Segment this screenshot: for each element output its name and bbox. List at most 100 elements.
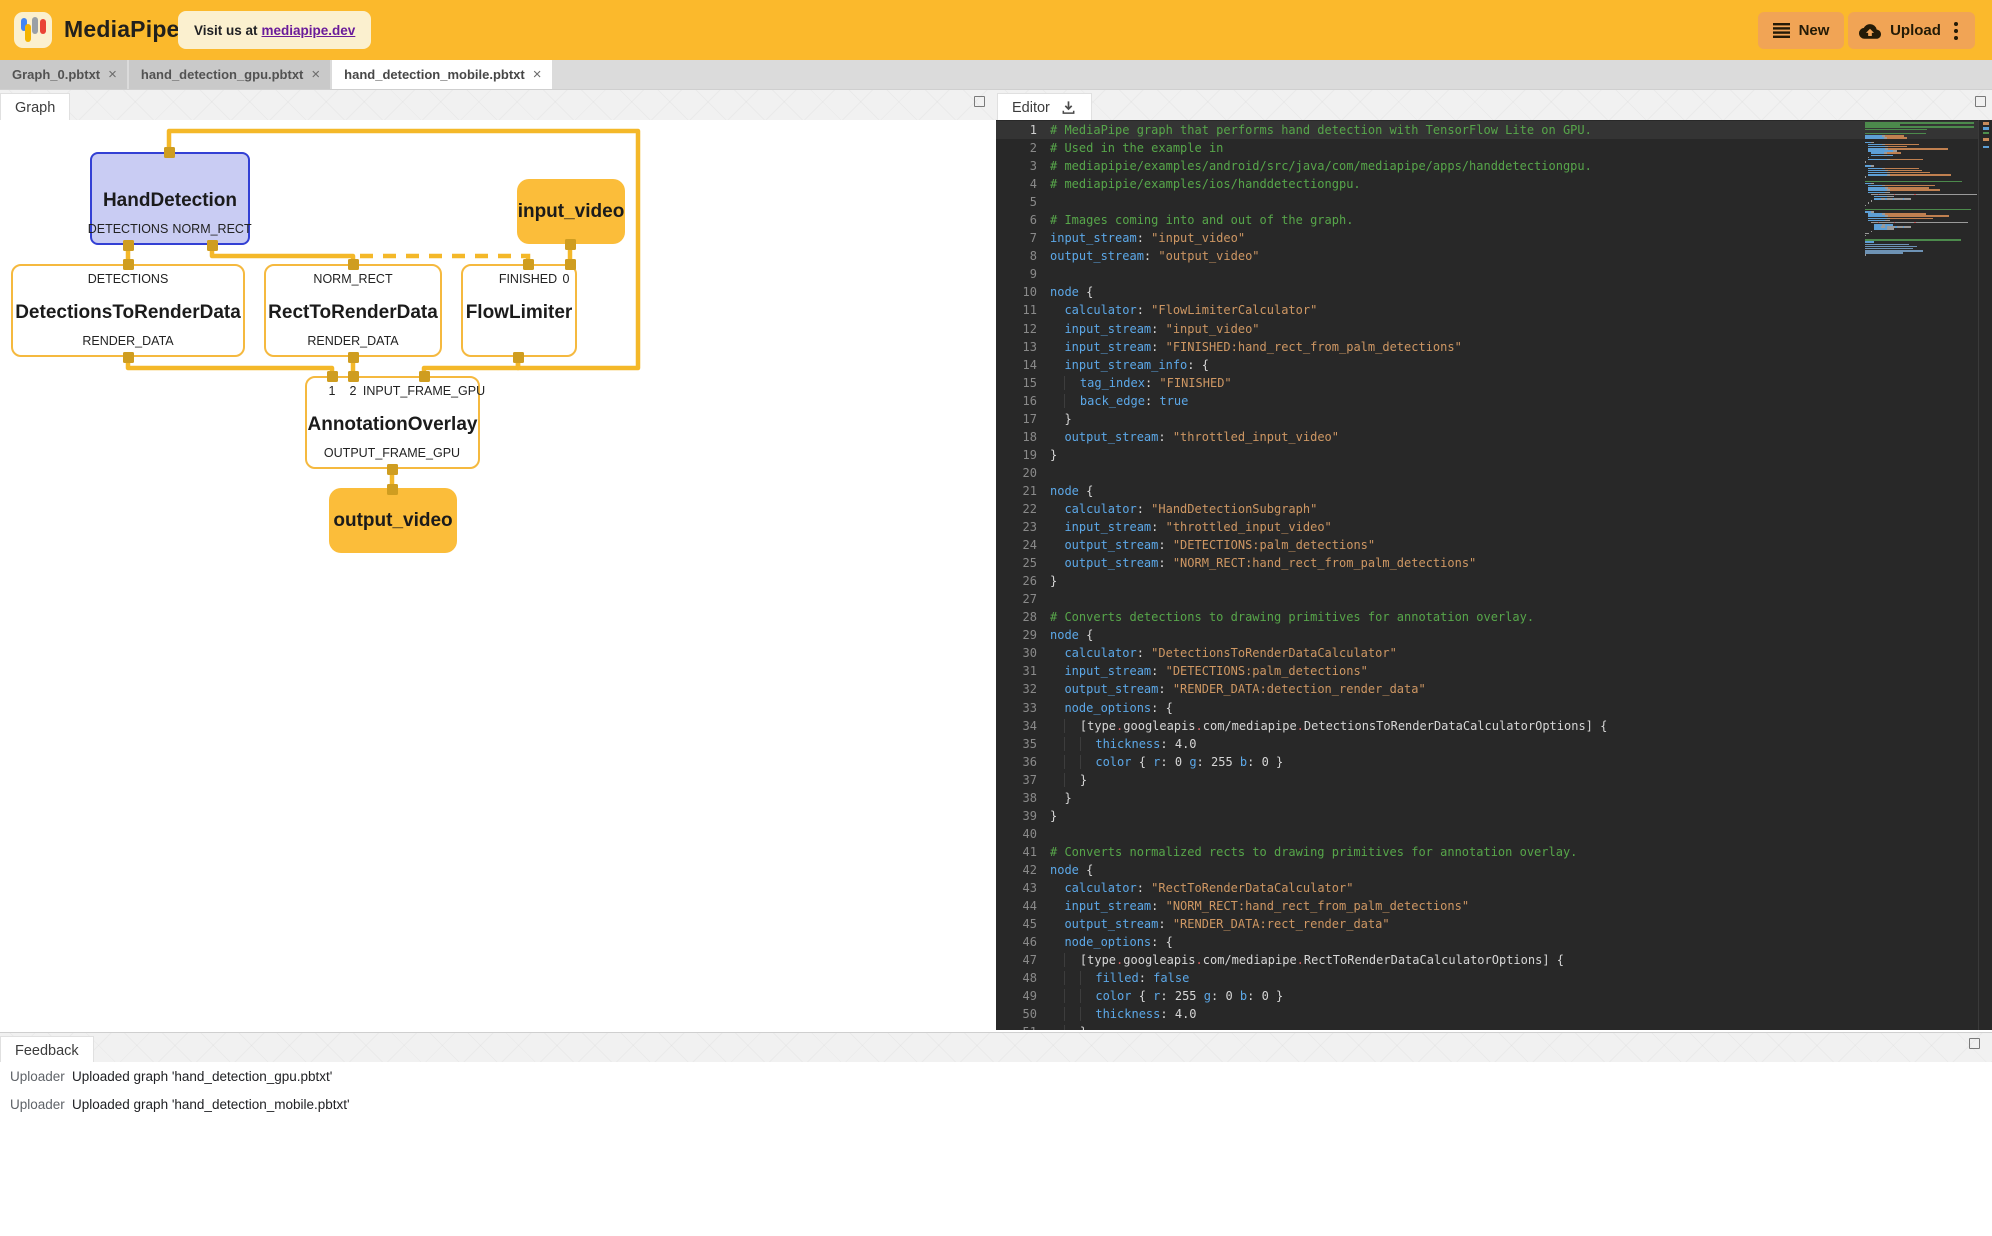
node-output-label: DETECTIONS	[88, 222, 169, 236]
line-number: 40	[996, 827, 1050, 841]
graph-node-title: HandDetection	[92, 190, 248, 212]
node-input-label: 0	[563, 272, 570, 286]
node-output-label: OUTPUT_FRAME_GPU	[324, 446, 460, 460]
code-line: 11 calculator: "FlowLimiterCalculator"	[996, 301, 1979, 319]
close-tab-icon[interactable]: ×	[533, 67, 542, 82]
code-line: 9	[996, 265, 1979, 283]
line-number: 17	[996, 412, 1050, 426]
feedback-message: Uploaded graph 'hand_detection_gpu.pbtxt…	[72, 1069, 332, 1084]
line-number: 18	[996, 430, 1050, 444]
file-tab-label: hand_detection_mobile.pbtxt	[344, 67, 525, 82]
file-tab-Graph_0.pbtxt[interactable]: Graph_0.pbtxt ×	[0, 60, 127, 89]
code-line: 47 [type.googleapis.com/mediapipe.RectTo…	[996, 951, 1979, 969]
graph-port	[348, 259, 359, 270]
graph-edge	[424, 357, 518, 376]
line-number: 43	[996, 881, 1050, 895]
editor-panel-expand-icon[interactable]	[1975, 96, 1986, 107]
line-number: 7	[996, 231, 1050, 245]
line-number: 23	[996, 520, 1050, 534]
feedback-row: UploaderUploaded graph 'hand_detection_m…	[0, 1092, 1992, 1120]
minimap[interactable]	[1865, 122, 1975, 257]
code-line: 46 node_options: {	[996, 933, 1979, 951]
close-tab-icon[interactable]: ×	[108, 67, 117, 82]
code-line: 30 calculator: "DetectionsToRenderDataCa…	[996, 644, 1979, 662]
file-tab-hand_detection_mobile.pbtxt[interactable]: hand_detection_mobile.pbtxt ×	[332, 60, 551, 89]
code-line: 19}	[996, 446, 1979, 464]
code-line: 31 input_stream: "DETECTIONS:palm_detect…	[996, 662, 1979, 680]
code-line: 44 input_stream: "NORM_RECT:hand_rect_fr…	[996, 897, 1979, 915]
graph-port	[164, 147, 175, 158]
code-line: 37 }	[996, 771, 1979, 789]
mediapipe-logo-icon	[14, 12, 52, 48]
code-line: 7input_stream: "input_video"	[996, 229, 1979, 247]
graph-port	[565, 239, 576, 250]
graph-port	[387, 464, 398, 475]
line-number: 34	[996, 719, 1050, 733]
graph-node-input_video[interactable]: input_video	[517, 179, 625, 244]
upload-menu-kebab-icon[interactable]	[1954, 22, 1958, 40]
file-tab-hand_detection_gpu.pbtxt[interactable]: hand_detection_gpu.pbtxt×	[129, 60, 330, 89]
editor-panel-bar: Editor	[996, 89, 1992, 120]
graph-port	[123, 259, 134, 270]
line-number: 50	[996, 1007, 1050, 1021]
upload-button[interactable]: Upload	[1848, 12, 1975, 49]
code-line: 48 filled: false	[996, 969, 1979, 987]
line-number: 37	[996, 773, 1050, 787]
line-number: 11	[996, 303, 1050, 317]
graph-port	[348, 352, 359, 363]
line-number: 12	[996, 322, 1050, 336]
tab-feedback[interactable]: Feedback	[0, 1036, 94, 1064]
code-line: 26}	[996, 572, 1979, 590]
code-line: 20	[996, 464, 1979, 482]
feedback-panel-expand-icon[interactable]	[1969, 1038, 1980, 1049]
code-line: 42node {	[996, 861, 1979, 879]
code-lines: 1# MediaPipe graph that performs hand de…	[996, 121, 1979, 1030]
mediapipe-visualizer: { "app": { "title": "MediaPipe" }, "colo…	[0, 0, 1992, 1236]
feedback-source: Uploader	[10, 1097, 65, 1112]
graph-node-title: AnnotationOverlay	[307, 414, 478, 436]
download-icon[interactable]	[1060, 99, 1077, 116]
feedback-tab-label: Feedback	[15, 1043, 79, 1059]
line-number: 16	[996, 394, 1050, 408]
graph-back-edge-dashed	[360, 256, 528, 263]
graph-port	[523, 259, 534, 270]
code-line: 29node {	[996, 626, 1979, 644]
node-input-label: 2	[350, 384, 357, 398]
close-tab-icon[interactable]: ×	[311, 67, 320, 82]
editor-tab-label: Editor	[1012, 100, 1050, 116]
line-number: 14	[996, 358, 1050, 372]
line-number: 2	[996, 141, 1050, 155]
minimap-divider	[1978, 120, 1979, 1030]
code-line: 8output_stream: "output_video"	[996, 247, 1979, 265]
graph-node-title: output_video	[329, 510, 457, 532]
code-editor[interactable]: 1# MediaPipe graph that performs hand de…	[996, 120, 1992, 1030]
line-number: 44	[996, 899, 1050, 913]
graph-port	[123, 352, 134, 363]
node-input-label: FINISHED	[499, 272, 557, 286]
graph-node-output_video[interactable]: output_video	[329, 488, 457, 553]
code-line: 32 output_stream: "RENDER_DATA:detection…	[996, 680, 1979, 698]
file-tab-bar: Graph_0.pbtxt×hand_detection_gpu.pbtxt×h…	[0, 60, 1992, 89]
line-number: 42	[996, 863, 1050, 877]
code-line: 35 thickness: 4.0	[996, 735, 1979, 753]
code-line: 25 output_stream: "NORM_RECT:hand_rect_f…	[996, 554, 1979, 572]
ruler-mark	[1983, 122, 1989, 125]
overview-ruler	[1982, 120, 1992, 1030]
node-output-label: RENDER_DATA	[307, 334, 398, 348]
line-number: 45	[996, 917, 1050, 931]
line-number: 22	[996, 502, 1050, 516]
graph-port	[565, 259, 576, 270]
line-number: 31	[996, 664, 1050, 678]
line-number: 33	[996, 701, 1050, 715]
line-number: 35	[996, 737, 1050, 751]
line-number: 29	[996, 628, 1050, 642]
line-number: 41	[996, 845, 1050, 859]
new-button[interactable]: New	[1758, 12, 1844, 49]
file-tab-label: Graph_0.pbtxt	[12, 67, 100, 82]
top-bar: MediaPipe Visit us at mediapipe.dev New …	[0, 0, 1992, 60]
mediapipe-dev-link[interactable]: mediapipe.dev	[262, 23, 356, 38]
line-number: 9	[996, 267, 1050, 281]
tab-editor[interactable]: Editor	[997, 93, 1092, 121]
code-line: 24 output_stream: "DETECTIONS:palm_detec…	[996, 536, 1979, 554]
code-line: 13 input_stream: "FINISHED:hand_rect_fro…	[996, 338, 1979, 356]
